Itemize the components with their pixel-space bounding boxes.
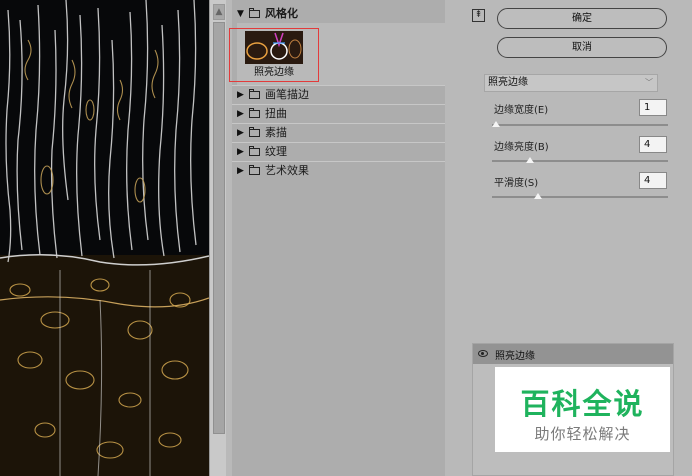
category-stylize[interactable]: ▼ 风格化 (232, 5, 445, 23)
folder-icon (249, 8, 260, 18)
category-label: 风格化 (265, 7, 298, 20)
watermark-subtitle: 助你轻松解决 (534, 425, 631, 443)
slider-knob[interactable] (525, 157, 534, 163)
folder-icon (249, 108, 260, 118)
preview-vertical-scrollbar[interactable]: ▲ (209, 0, 226, 476)
filter-type-select[interactable]: 照亮边缘 ﹀ (484, 74, 658, 92)
edge-brightness-input[interactable]: 4 (639, 136, 667, 153)
filter-settings-panel: ⇞ 确定 取消 照亮边缘 ﹀ 边缘宽度(E) 1 边缘亮度(B) 4 平滑度(S… (460, 0, 692, 476)
expand-right-icon: ▶ (237, 147, 244, 157)
filter-select-value: 照亮边缘 (488, 77, 528, 88)
watermark-logo: 百科全说 助你轻松解决 (495, 367, 670, 452)
folder-icon (249, 146, 260, 156)
glowing-edges-preview-image (0, 0, 209, 476)
edge-width-slider[interactable] (492, 121, 668, 127)
expand-right-icon: ▶ (237, 128, 244, 138)
category-brush-strokes[interactable]: ▶ 画笔描边 (232, 85, 445, 103)
expand-right-icon: ▶ (237, 109, 244, 119)
category-label: 素描 (265, 126, 287, 139)
category-artistic[interactable]: ▶ 艺术效果 (232, 161, 445, 179)
chevron-down-icon: ﹀ (645, 78, 653, 87)
category-sketch[interactable]: ▶ 素描 (232, 123, 445, 141)
category-label: 纹理 (265, 145, 287, 158)
filter-preview-canvas[interactable] (0, 0, 209, 476)
folder-icon (249, 89, 260, 99)
edge-width-input[interactable]: 1 (639, 99, 667, 116)
smoothness-input[interactable]: 4 (639, 172, 667, 189)
collapse-gallery-icon[interactable]: ⇞ (472, 9, 485, 22)
cancel-button[interactable]: 取消 (497, 37, 667, 58)
filter-thumbnail-image (245, 31, 303, 64)
edge-width-label: 边缘宽度(E) (494, 105, 549, 116)
category-label: 艺术效果 (265, 164, 309, 177)
category-label: 扭曲 (265, 107, 287, 120)
smoothness-label: 平滑度(S) (494, 178, 539, 189)
effect-layers-panel: 照亮边缘 百科全说 助你轻松解决 (472, 343, 674, 476)
folder-icon (249, 127, 260, 137)
category-texture[interactable]: ▶ 纹理 (232, 142, 445, 160)
eye-icon[interactable] (478, 350, 488, 357)
category-label: 画笔描边 (265, 88, 309, 101)
effect-layer-row[interactable]: 照亮边缘 (473, 344, 673, 364)
filter-thumb-glowing-edges[interactable]: 照亮边缘 (229, 28, 319, 82)
folder-icon (249, 165, 260, 175)
filter-gallery-panel: ▼ 风格化 照亮边缘 ▶ 画笔描边 ▶ 扭曲 ▶ 素描 ▶ 纹理 ▶ 艺术效果 (229, 0, 445, 476)
filter-thumbnails-area: 照亮边缘 (229, 23, 445, 85)
watermark-title: 百科全说 (520, 387, 645, 421)
edge-brightness-slider[interactable] (492, 157, 668, 163)
expand-down-icon: ▼ (237, 9, 244, 19)
expand-right-icon: ▶ (237, 90, 244, 100)
effect-layer-name: 照亮边缘 (495, 351, 535, 362)
expand-right-icon: ▶ (237, 166, 244, 176)
filter-thumb-label: 照亮边缘 (254, 67, 294, 78)
edge-brightness-label: 边缘亮度(B) (494, 142, 549, 153)
scroll-up-arrow-icon[interactable]: ▲ (213, 4, 225, 20)
ok-button[interactable]: 确定 (497, 8, 667, 29)
slider-knob[interactable] (534, 193, 542, 199)
smoothness-slider[interactable] (492, 193, 668, 199)
slider-knob[interactable] (492, 121, 500, 127)
category-distort[interactable]: ▶ 扭曲 (232, 104, 445, 122)
scrollbar-thumb[interactable] (213, 22, 225, 434)
